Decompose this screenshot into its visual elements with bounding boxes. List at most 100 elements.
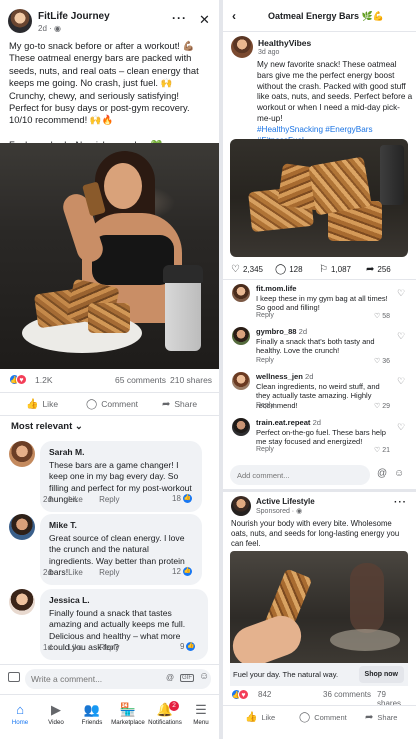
like-button[interactable]: 👍 Like [245, 712, 275, 723]
reaction-count[interactable]: 1.2K [35, 375, 53, 385]
like-button[interactable]: 👍 Like [26, 399, 58, 410]
comment-reply-button[interactable]: Reply [99, 643, 119, 652]
comment-reply-button[interactable]: Reply [99, 568, 119, 577]
home-icon: ⌂ [16, 702, 24, 717]
comment-author[interactable]: gymbro_88 2d [256, 327, 307, 336]
tab-home[interactable]: ⌂ Home [0, 701, 40, 726]
comment-likes[interactable]: ♡ 29 [374, 402, 390, 410]
add-comment-input[interactable] [230, 465, 370, 485]
share-icon: ➦ [162, 399, 171, 410]
gif-icon[interactable]: GIF [180, 674, 194, 682]
comment-author[interactable]: Sarah M. [49, 447, 193, 458]
comment-reply-button[interactable]: Reply [256, 312, 274, 319]
post-author[interactable]: FitLife Journey [38, 11, 110, 22]
comment-time: 2d [298, 327, 308, 336]
comment-like-count: 18 [172, 494, 181, 503]
avatar[interactable] [8, 9, 32, 33]
heart-icon[interactable]: ♡ [397, 331, 405, 342]
tab-video[interactable]: ▶ Video [36, 701, 76, 726]
mention-icon[interactable]: @ [377, 468, 387, 479]
post-header: ‹ Oatmeal Energy Bars 🌿💪 [223, 0, 416, 32]
heart-icon[interactable]: ♡ [397, 288, 405, 299]
ad-photo[interactable] [230, 551, 408, 663]
share-button[interactable]: ➦ 256 [366, 264, 391, 275]
avatar[interactable] [9, 441, 35, 467]
comment-reply-button[interactable]: Reply [256, 357, 274, 364]
comment-likes[interactable]: ♡ 21 [374, 446, 390, 454]
share-button[interactable]: ➦ Share [162, 399, 197, 410]
emoji-icon[interactable]: ☺ [394, 468, 404, 479]
comment-count[interactable]: 36 comments [323, 690, 371, 699]
post-author[interactable]: HealthyVibes [258, 38, 311, 48]
comment-button[interactable]: ◯ Comment [86, 399, 138, 410]
post-photo[interactable] [0, 143, 219, 369]
comment-icon: ◯ [299, 712, 311, 723]
tab-menu[interactable]: ☰ Menu [181, 701, 219, 726]
comment-author[interactable]: Mike T. [49, 520, 193, 531]
shop-now-button[interactable]: Shop now [358, 666, 404, 683]
comment-author[interactable]: Jessica L. [49, 595, 199, 606]
avatar[interactable] [231, 496, 251, 516]
like-label: Like [261, 713, 276, 722]
comment-icon: ◯ [275, 264, 287, 275]
comment-likes[interactable]: ♡ 58 [374, 312, 390, 320]
post-action-bar: ♡ 2,345 ◯ 128 ⚐ 1,087 ➦ 256 [223, 258, 416, 280]
comment-like-button[interactable]: Like [68, 495, 83, 504]
comment-likes[interactable]: 18 👍 [172, 494, 192, 504]
more-options-icon[interactable]: ··· [394, 497, 407, 508]
close-icon[interactable]: ✕ [199, 12, 210, 28]
tab-label: Friends [81, 719, 103, 726]
comment-author-name: wellness_jen [256, 372, 303, 381]
comment-author[interactable]: wellness_jen 2d [256, 372, 313, 381]
share-count[interactable]: 210 shares [170, 375, 212, 385]
comment-sort-dropdown[interactable]: Most relevant ⌄ [11, 421, 83, 432]
bell-icon: 🔔 [156, 702, 174, 717]
comment-likes[interactable]: 12 👍 [172, 567, 192, 577]
page-title: Oatmeal Energy Bars 🌿💪 [268, 11, 384, 21]
comment-author[interactable]: train.eat.repeat 2d [256, 418, 321, 427]
reaction-count[interactable]: 842 [258, 690, 271, 699]
reactions-summary[interactable]: 👍♥ 1.2K 65 comments 210 shares [9, 374, 214, 388]
avatar[interactable] [9, 514, 35, 540]
comment-like-button[interactable]: Like [68, 643, 83, 652]
comment-author[interactable]: fit.mom.life [256, 284, 297, 293]
avatar[interactable] [232, 372, 250, 390]
heart-icon[interactable]: ♡ [397, 376, 405, 387]
avatar[interactable] [231, 36, 253, 58]
comment-button[interactable]: ◯ 128 [275, 264, 303, 275]
save-button[interactable]: ⚐ 1,087 [319, 264, 351, 275]
video-icon: ▶ [51, 702, 61, 717]
notification-badge: 2 [169, 701, 179, 711]
mention-icon[interactable]: @ [166, 673, 174, 682]
comment-likes[interactable]: ♡ 36 [374, 357, 390, 365]
emoji-icon[interactable]: ☺ [199, 671, 209, 682]
post-photo[interactable] [230, 139, 408, 257]
camera-icon[interactable] [8, 672, 20, 682]
more-options-icon[interactable]: ··· [172, 11, 187, 25]
reactions-summary[interactable]: 👍♥ 842 36 comments 79 shares [231, 689, 411, 708]
tab-notifications[interactable]: 🔔 Notifications 2 [145, 701, 185, 726]
avatar[interactable] [9, 589, 35, 615]
back-icon[interactable]: ‹ [232, 9, 236, 23]
avatar[interactable] [232, 284, 250, 302]
comment-button[interactable]: ◯ Comment [299, 712, 347, 723]
avatar[interactable] [232, 327, 250, 345]
comment-meta: 1d Like Reply [43, 643, 134, 652]
comment-reply-button[interactable]: Reply [99, 495, 119, 504]
tab-friends[interactable]: 👥 Friends [72, 701, 112, 726]
comment-reply-button[interactable]: Reply [256, 402, 274, 409]
like-button[interactable]: ♡ 2,345 [231, 264, 263, 275]
share-button[interactable]: ➦ Share [365, 712, 397, 723]
comment-count[interactable]: 65 comments [115, 375, 166, 385]
ad-author[interactable]: Active Lifestyle [256, 497, 315, 506]
heart-icon[interactable]: ♡ [397, 422, 405, 433]
post-text-line: Perfect for busy days or post-gym recove… [9, 102, 190, 114]
post-text-body: My new favorite snack! These oatmeal bar… [257, 60, 413, 123]
comment-likes[interactable]: 9 👍 [180, 642, 196, 652]
comment-like-count: 36 [382, 358, 391, 365]
avatar[interactable] [232, 418, 250, 436]
comment-like-button[interactable]: Like [68, 568, 83, 577]
comment-reply-button[interactable]: Reply [256, 446, 274, 453]
share-count: 256 [377, 265, 391, 274]
tab-marketplace[interactable]: 🏪 Marketplace [108, 701, 148, 726]
